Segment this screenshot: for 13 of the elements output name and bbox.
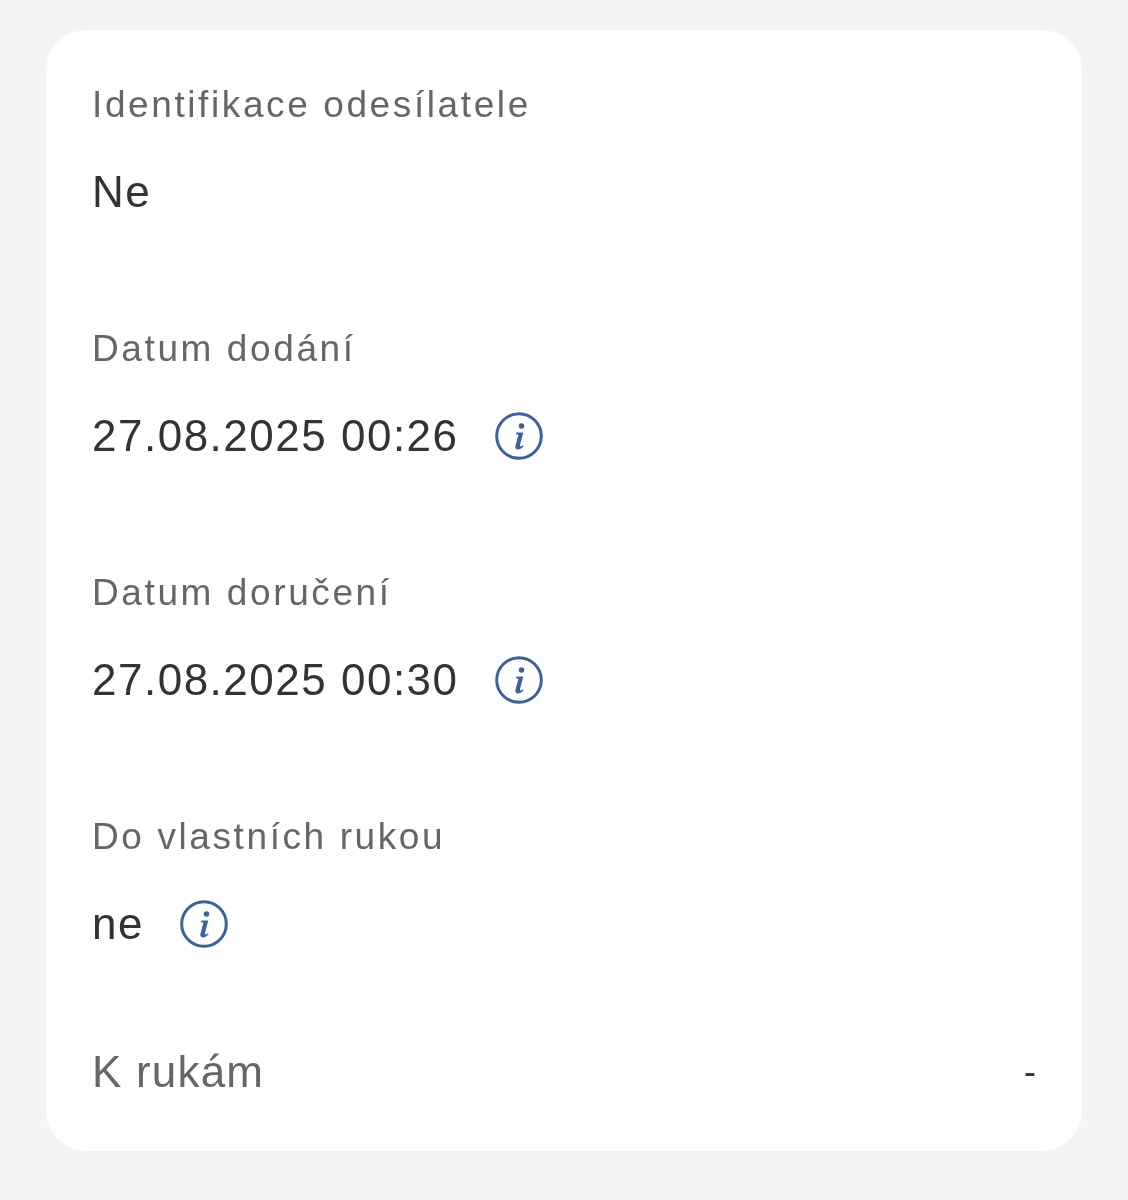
field-label: Datum dodání [92,327,356,371]
field-label: Do vlastních rukou [92,815,446,859]
field-value: 27.08.2025 00:26 [92,411,459,461]
field-label: Identifikace odesílatele [92,83,531,127]
field-label: K rukám [92,1047,265,1097]
field-value: ne [92,899,144,949]
info-icon[interactable] [179,900,228,948]
field-label: Datum doručení [92,571,392,615]
info-icon[interactable] [494,656,543,704]
field-value: Ne [92,167,152,217]
info-icon[interactable] [494,412,543,460]
field-value: - [1024,1050,1036,1094]
field-value: 27.08.2025 00:30 [92,655,459,705]
